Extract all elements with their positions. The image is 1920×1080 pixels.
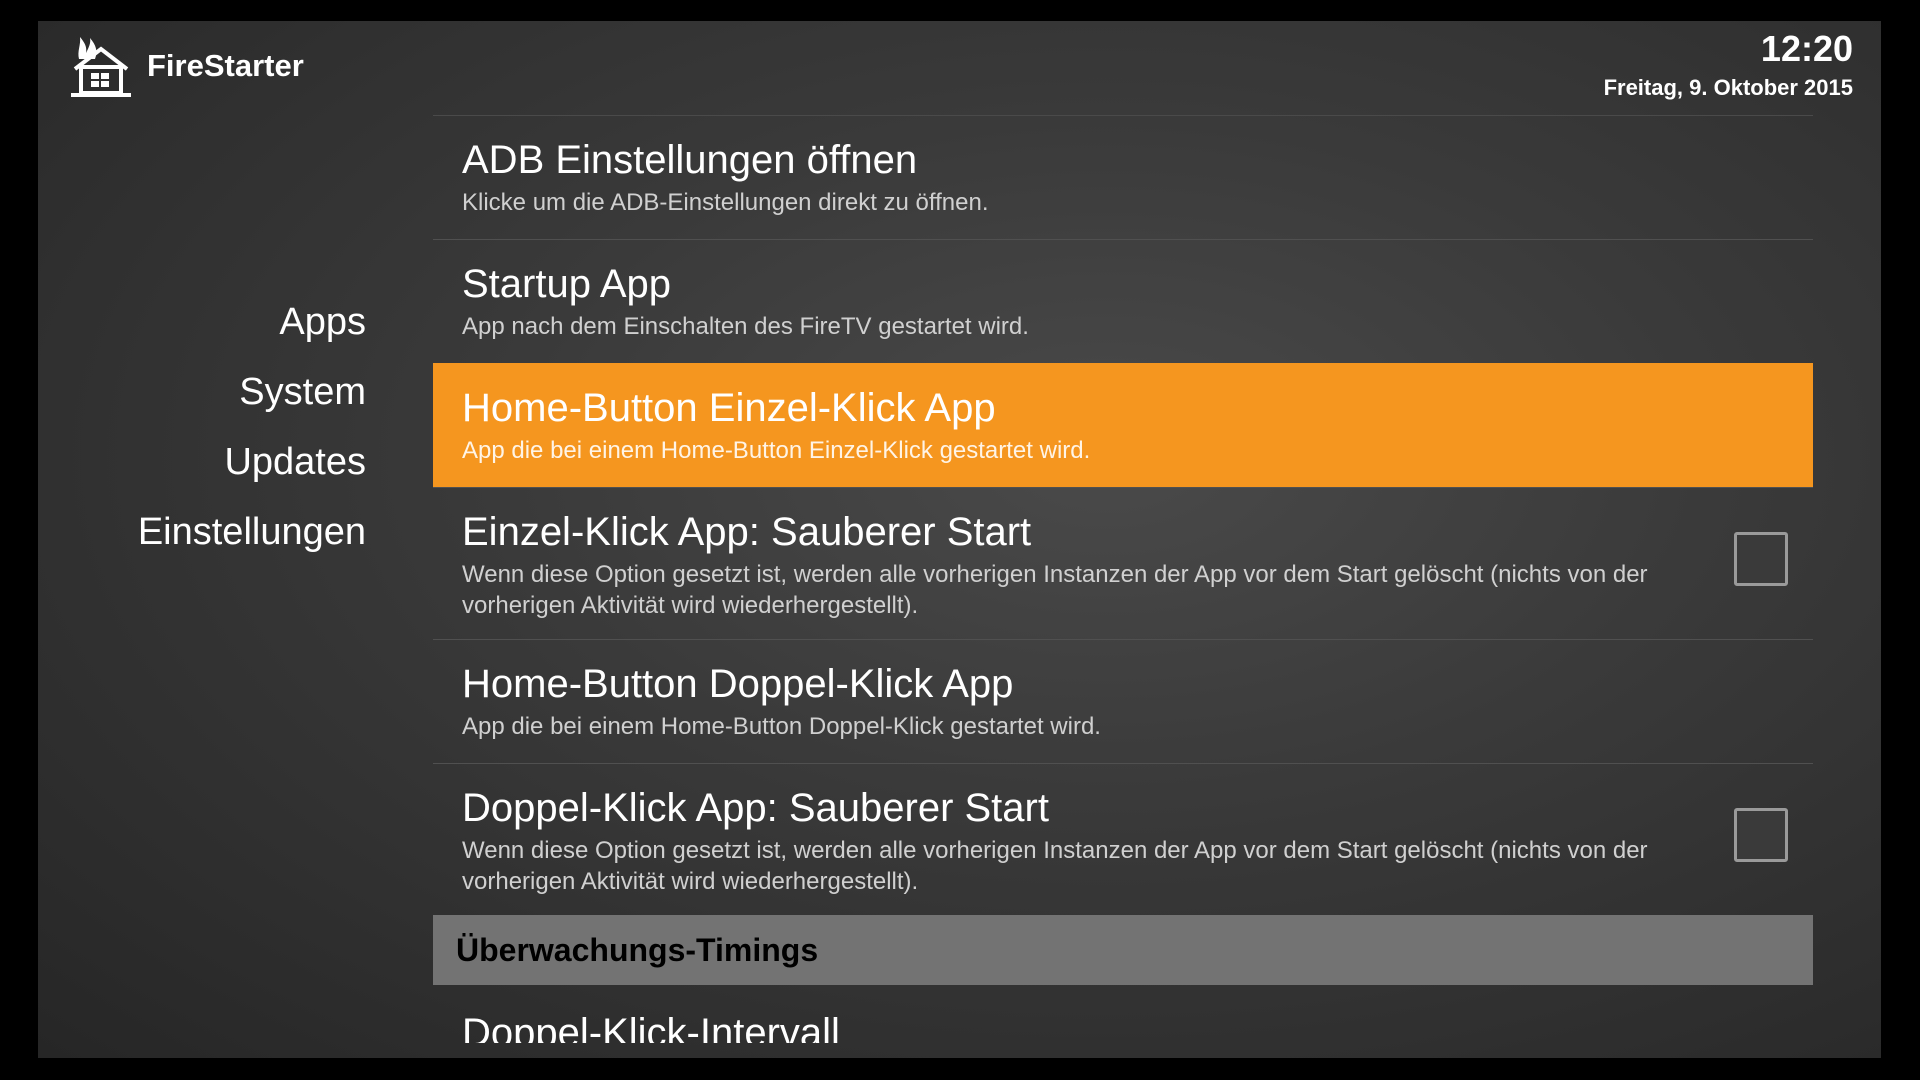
double-click-clean-start-checkbox[interactable] [1734, 808, 1788, 862]
nav-item-updates[interactable]: Updates [138, 427, 366, 497]
setting-description: App nach dem Einschalten des FireTV gest… [462, 313, 1029, 340]
category-nav: Apps System Updates Einstellungen [138, 287, 366, 567]
nav-item-einstellungen[interactable]: Einstellungen [138, 497, 366, 567]
setting-description: App die bei einem Home-Button Einzel-Kli… [462, 437, 1091, 464]
setting-title: Einzel-Klick App: Sauberer Start [462, 510, 1032, 554]
setting-home-double-click-app[interactable]: Home-Button Doppel-Klick App App die bei… [433, 639, 1813, 763]
nav-item-apps[interactable]: Apps [138, 287, 366, 357]
setting-adb-settings[interactable]: ADB Einstellungen öffnen Klicke um die A… [433, 115, 1813, 239]
setting-title: Doppel-Klick App: Sauberer Start [462, 786, 1049, 830]
clock: 12:20 Freitag, 9. Oktober 2015 [1604, 25, 1853, 103]
clock-date: Freitag, 9. Oktober 2015 [1603, 75, 1853, 100]
single-click-clean-start-checkbox[interactable] [1734, 532, 1788, 586]
setting-home-single-click-app[interactable]: Home-Button Einzel-Klick App App die bei… [433, 363, 1813, 487]
setting-description: Wenn diese Option gesetzt ist, werden al… [462, 561, 1648, 619]
app-brand: FireStarter [71, 35, 304, 97]
setting-title: Doppel-Klick-Intervall [462, 1011, 840, 1043]
setting-startup-app[interactable]: Startup App App nach dem Einschalten des… [433, 239, 1813, 363]
setting-double-click-clean-start[interactable]: Doppel-Klick App: Sauberer Start Wenn di… [433, 763, 1813, 915]
app-screen: FireStarter 12:20 Freitag, 9. Oktober 20… [38, 21, 1881, 1058]
nav-item-system[interactable]: System [138, 357, 366, 427]
setting-title: Home-Button Einzel-Klick App [462, 386, 996, 430]
section-header-monitoring-timings: Überwachungs-Timings [433, 915, 1813, 985]
setting-single-click-clean-start[interactable]: Einzel-Klick App: Sauberer Start Wenn di… [433, 487, 1813, 639]
burning-house-icon [71, 37, 131, 97]
settings-list: ADB Einstellungen öffnen Klicke um die A… [433, 115, 1813, 1043]
setting-description: App die bei einem Home-Button Doppel-Kli… [462, 713, 1101, 740]
setting-description: Wenn diese Option gesetzt ist, werden al… [462, 837, 1648, 895]
setting-title: Home-Button Doppel-Klick App [462, 662, 1014, 706]
setting-description: Klicke um die ADB-Einstellungen direkt z… [462, 189, 989, 216]
clock-time: 12:20 [1760, 28, 1853, 69]
setting-double-click-interval[interactable]: Doppel-Klick-Intervall [433, 985, 1813, 1043]
setting-title: ADB Einstellungen öffnen [462, 138, 918, 182]
setting-title: Startup App [462, 262, 672, 306]
app-title: FireStarter [147, 48, 304, 83]
